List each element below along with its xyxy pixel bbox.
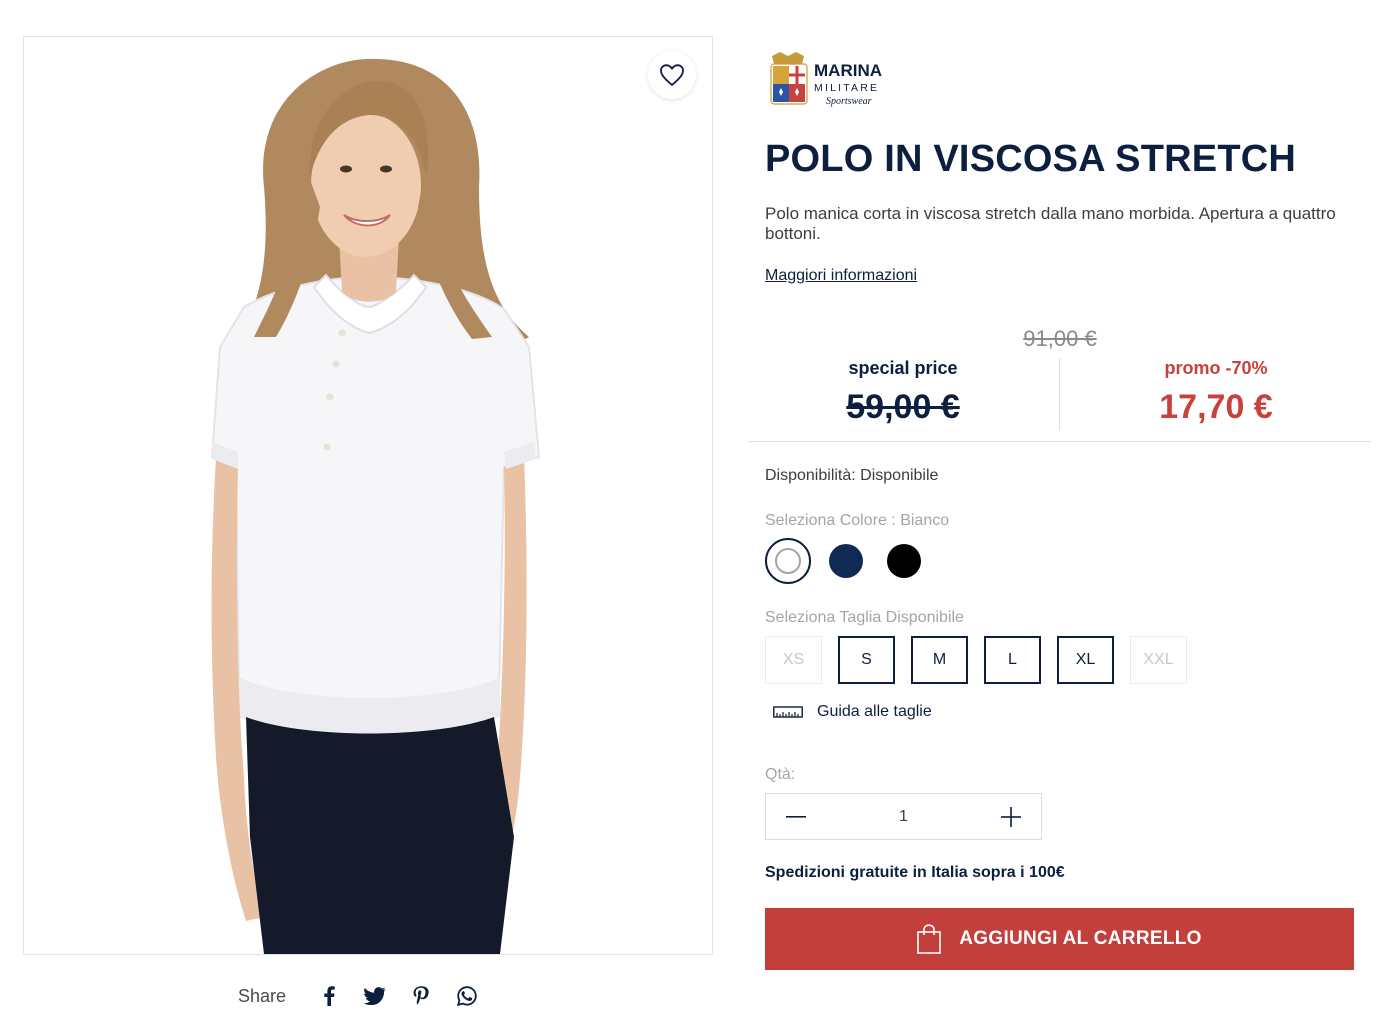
brand-name: MARINA [814,61,882,80]
availability-status: Disponibilità: Disponibile [765,467,939,484]
quantity-input[interactable] [833,807,974,826]
brand-tagline: Sportswear [826,96,872,107]
more-info-link[interactable]: Maggiori informazioni [765,267,917,285]
heart-icon [660,64,684,87]
size-option-s[interactable]: S [838,636,895,684]
size-option-m[interactable]: M [911,636,968,684]
product-photo[interactable] [24,37,712,954]
shipping-note: Spedizioni gratuite in Italia sopra i 10… [765,864,1065,881]
brand-logo[interactable]: MARINA MILITARE Sportswear [766,50,896,110]
share-label: Share [238,985,287,1006]
pinterest-icon[interactable] [398,981,444,1011]
size-option-xl[interactable]: XL [1057,636,1114,684]
size-option-xxl: XXL [1130,636,1187,684]
color-label: Seleziona Colore : Bianco [765,512,950,529]
share-bar: Share [238,981,490,1011]
promo-price-value: 17,70 € [1159,388,1273,426]
size-label: Seleziona Taglia Disponibile [765,609,964,626]
price-divider [1059,358,1060,430]
quantity-decrease-button[interactable] [766,794,826,839]
size-option-xs: XS [765,636,822,684]
crest-icon [770,52,808,105]
color-swatch-white[interactable] [765,538,811,584]
ruler-icon [773,706,803,718]
promo-price-block: promo -70% 17,70 € [1066,358,1366,427]
special-price-label: special price [848,358,958,378]
facebook-icon[interactable] [306,981,352,1011]
add-to-cart-label: AGGIUNGI AL CARRELLO [959,928,1202,949]
product-description: Polo manica corta in viscosa stretch dal… [765,204,1336,243]
quantity-label: Qtà: [765,766,796,783]
size-guide-label: Guida alle taglie [817,703,932,720]
section-divider [748,441,1371,442]
color-swatch-navy[interactable] [823,538,869,584]
color-swatch-black[interactable] [881,538,927,584]
quantity-increase-button[interactable] [981,794,1041,839]
add-to-cart-button[interactable]: AGGIUNGI AL CARRELLO [765,908,1354,970]
size-option-l[interactable]: L [984,636,1041,684]
twitter-icon[interactable] [352,981,398,1011]
shopping-bag-icon [917,924,942,954]
wishlist-button[interactable] [648,51,696,99]
special-price-block: special price 59,00 € [753,358,1053,427]
special-price-value: 59,00 € [846,388,960,426]
brand-subtitle: MILITARE [814,82,879,94]
size-options: XS S M L XL XXL [765,636,1187,684]
plus-icon [1001,806,1021,827]
promo-label: promo -70% [1164,358,1268,378]
quantity-stepper [765,793,1042,840]
color-swatches [765,538,927,584]
size-guide-link[interactable]: Guida alle taglie [773,703,932,721]
original-price: 91,00 € [1023,326,1097,351]
whatsapp-icon[interactable] [444,981,490,1011]
minus-icon [786,815,806,818]
product-image-gallery [23,36,713,955]
product-title: POLO IN VISCOSA STRETCH [765,138,1297,180]
